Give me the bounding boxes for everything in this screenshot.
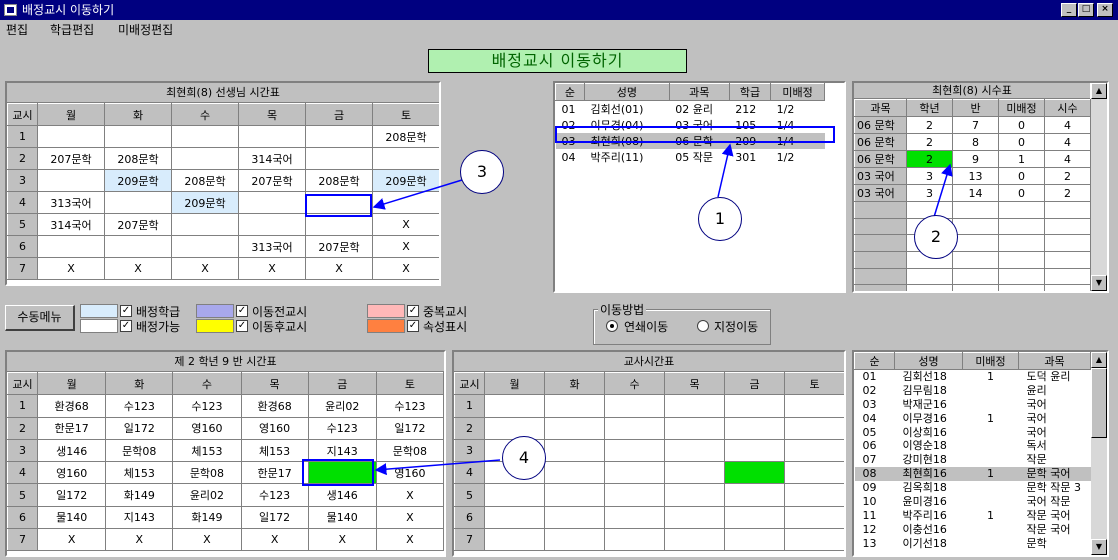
arrow-overlay	[372, 143, 953, 476]
callout-2: 2	[914, 215, 958, 259]
callout-3: 3	[460, 150, 504, 194]
callout-1: 1	[698, 197, 742, 241]
callout-4: 4	[502, 436, 546, 480]
